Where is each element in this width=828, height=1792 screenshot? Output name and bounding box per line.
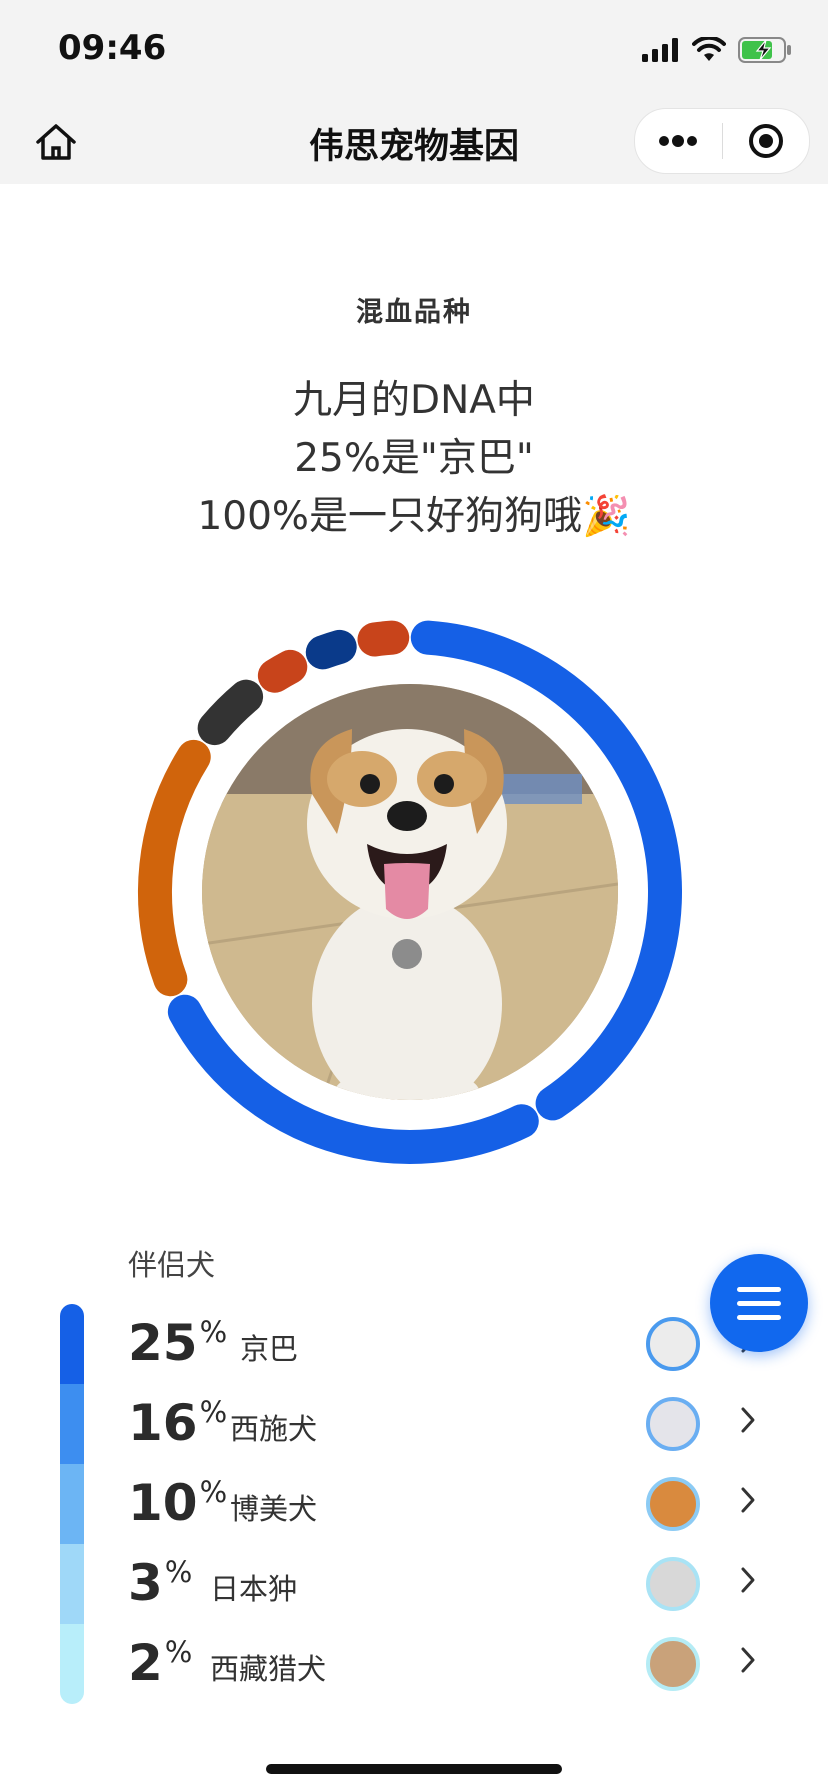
breed-pct: 25% xyxy=(128,1314,228,1372)
breed-pct: 10% xyxy=(128,1474,228,1532)
bar-segment xyxy=(60,1464,84,1544)
breed-row-4[interactable]: 2% 西藏猎犬 xyxy=(128,1624,768,1704)
more-dots-icon xyxy=(659,135,698,147)
ring-segment-5 xyxy=(305,629,357,670)
breed-name: 日本狆 xyxy=(210,1572,298,1606)
breed-pct: 2% xyxy=(128,1634,193,1692)
home-indicator xyxy=(266,1764,562,1774)
status-time: 09:46 xyxy=(58,28,167,68)
target-circle-icon xyxy=(748,124,783,158)
menu-icon-line xyxy=(737,1300,781,1306)
breed-avatar xyxy=(646,1557,700,1611)
battery-charging-icon xyxy=(738,37,791,63)
bar-segment xyxy=(60,1624,84,1704)
menu-fab-button[interactable] xyxy=(710,1254,808,1352)
chevron-right-icon xyxy=(741,1567,755,1593)
wifi-icon xyxy=(692,37,726,61)
status-bar: 09:46 xyxy=(0,0,828,100)
status-icons xyxy=(642,34,792,66)
breed-color-bar xyxy=(60,1304,84,1704)
breed-avatar xyxy=(646,1637,700,1691)
headline-line-2: 25%是"京巴" xyxy=(294,436,534,481)
dog-illustration xyxy=(202,684,618,1100)
capsule-menu xyxy=(634,108,810,174)
breed-name: 西藏猎犬 xyxy=(210,1652,327,1686)
headline-line-1: 九月的DNA中 xyxy=(293,378,535,423)
breed-avatar xyxy=(646,1397,700,1451)
breed-row-0[interactable]: 25% 京巴 xyxy=(128,1304,768,1384)
ring-segment-6 xyxy=(357,620,410,657)
more-button[interactable] xyxy=(635,109,722,173)
breed-name: 京巴 xyxy=(240,1332,299,1366)
chevron-right-icon xyxy=(741,1407,755,1433)
menu-icon-line xyxy=(737,1314,781,1320)
headline: 九月的DNA中 25%是"京巴" 100%是一只好狗狗哦🎉 xyxy=(0,372,828,546)
bar-segment xyxy=(60,1544,84,1624)
ring-segment-4 xyxy=(257,649,308,693)
menu-icon xyxy=(737,1286,781,1292)
chevron-right-icon xyxy=(741,1487,755,1513)
nav-bar: 伟思宠物基因 xyxy=(0,100,828,184)
section-title: 混血品种 xyxy=(356,297,472,328)
breed-name: 博美犬 xyxy=(230,1492,318,1526)
chevron-right-icon xyxy=(741,1647,755,1673)
breed-avatar xyxy=(646,1477,700,1531)
signal-icon xyxy=(642,38,678,62)
ring-segment-2 xyxy=(138,739,211,997)
breed-avatar xyxy=(646,1317,700,1371)
breed-name: 西施犬 xyxy=(230,1412,318,1446)
dog-photo xyxy=(202,684,618,1100)
breed-row-1[interactable]: 16% 西施犬 xyxy=(128,1384,768,1464)
bar-segment xyxy=(60,1384,84,1464)
dna-ring-chart xyxy=(130,612,690,1172)
headline-line-3: 100%是一只好狗狗哦🎉 xyxy=(197,494,631,539)
breed-pct: 16% xyxy=(128,1394,228,1452)
breed-row-2[interactable]: 10% 博美犬 xyxy=(128,1464,768,1544)
group-title: 伴侣犬 xyxy=(128,1248,216,1282)
breed-row-3[interactable]: 3% 日本狆 xyxy=(128,1544,768,1624)
breed-pct: 3% xyxy=(128,1554,193,1612)
close-miniprogram-button[interactable] xyxy=(723,109,810,173)
bar-segment xyxy=(60,1304,84,1384)
